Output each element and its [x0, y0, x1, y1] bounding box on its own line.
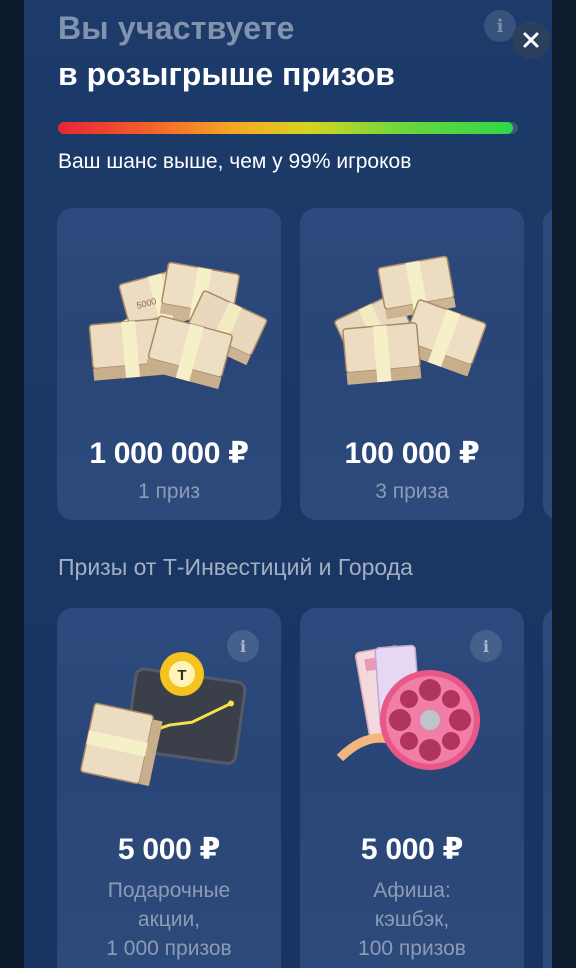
close-button[interactable]	[512, 21, 550, 59]
backdrop-edge	[552, 0, 576, 968]
close-icon	[523, 32, 539, 48]
prize-sheet: Вы участвуете в розыгрыше призов i Ваш ш…	[24, 0, 552, 968]
film-reel-icon	[336, 644, 480, 770]
page-title-line2: в розыгрыше призов	[58, 56, 395, 92]
partner-prize-card-2[interactable]: i 5 000 ₽ Афиша: кэшбэк, 100 призов	[300, 608, 524, 968]
prize-amount: 100 000 ₽	[344, 437, 480, 470]
chance-progress-fill	[58, 122, 514, 134]
partner-prize-card-peek[interactable]	[543, 608, 552, 968]
chance-progress-bar	[58, 122, 518, 134]
prize-desc-line: акции,	[137, 908, 201, 931]
prize-description: Подарочные акции, 1 000 призов	[57, 876, 281, 963]
prize-amount: 1 000 000 ₽	[89, 437, 249, 470]
prize-card-peek[interactable]	[543, 208, 552, 520]
prize-desc-line: Подарочные	[107, 879, 231, 902]
ball-label: Т	[177, 667, 186, 684]
prize-card-main-2[interactable]: 100 000 ₽ 3 приза	[300, 208, 524, 520]
prize-desc-line: 1 000 призов	[106, 937, 232, 960]
prize-desc-line: 100 призов	[358, 937, 466, 960]
prize-desc-line: кэшбэк,	[374, 908, 450, 931]
prize-description: Афиша: кэшбэк, 100 призов	[300, 876, 524, 963]
money-stacks-icon: 5000	[88, 261, 268, 390]
prize-count: 3 приза	[375, 480, 449, 503]
money-chart-icon: Т	[80, 652, 247, 787]
chance-text: Ваш шанс выше, чем у 99% игроков	[58, 150, 412, 173]
prize-card-main-1[interactable]: 5000 1 000 000 ₽ 1 приз	[57, 208, 281, 520]
partner-section-title: Призы от Т-Инвестиций и Города	[58, 554, 413, 580]
partner-prize-card-1[interactable]: i Т 5 000 ₽ Подарочные акции, 1 000 приз	[57, 608, 281, 968]
prize-amount: 5 000 ₽	[117, 833, 221, 866]
prize-count: 1 приз	[138, 480, 200, 503]
prize-desc-line: Афиша:	[373, 879, 451, 902]
prize-amount: 5 000 ₽	[360, 833, 464, 866]
money-stacks-icon	[334, 255, 487, 385]
page-title-line1: Вы участвуете	[58, 10, 295, 46]
